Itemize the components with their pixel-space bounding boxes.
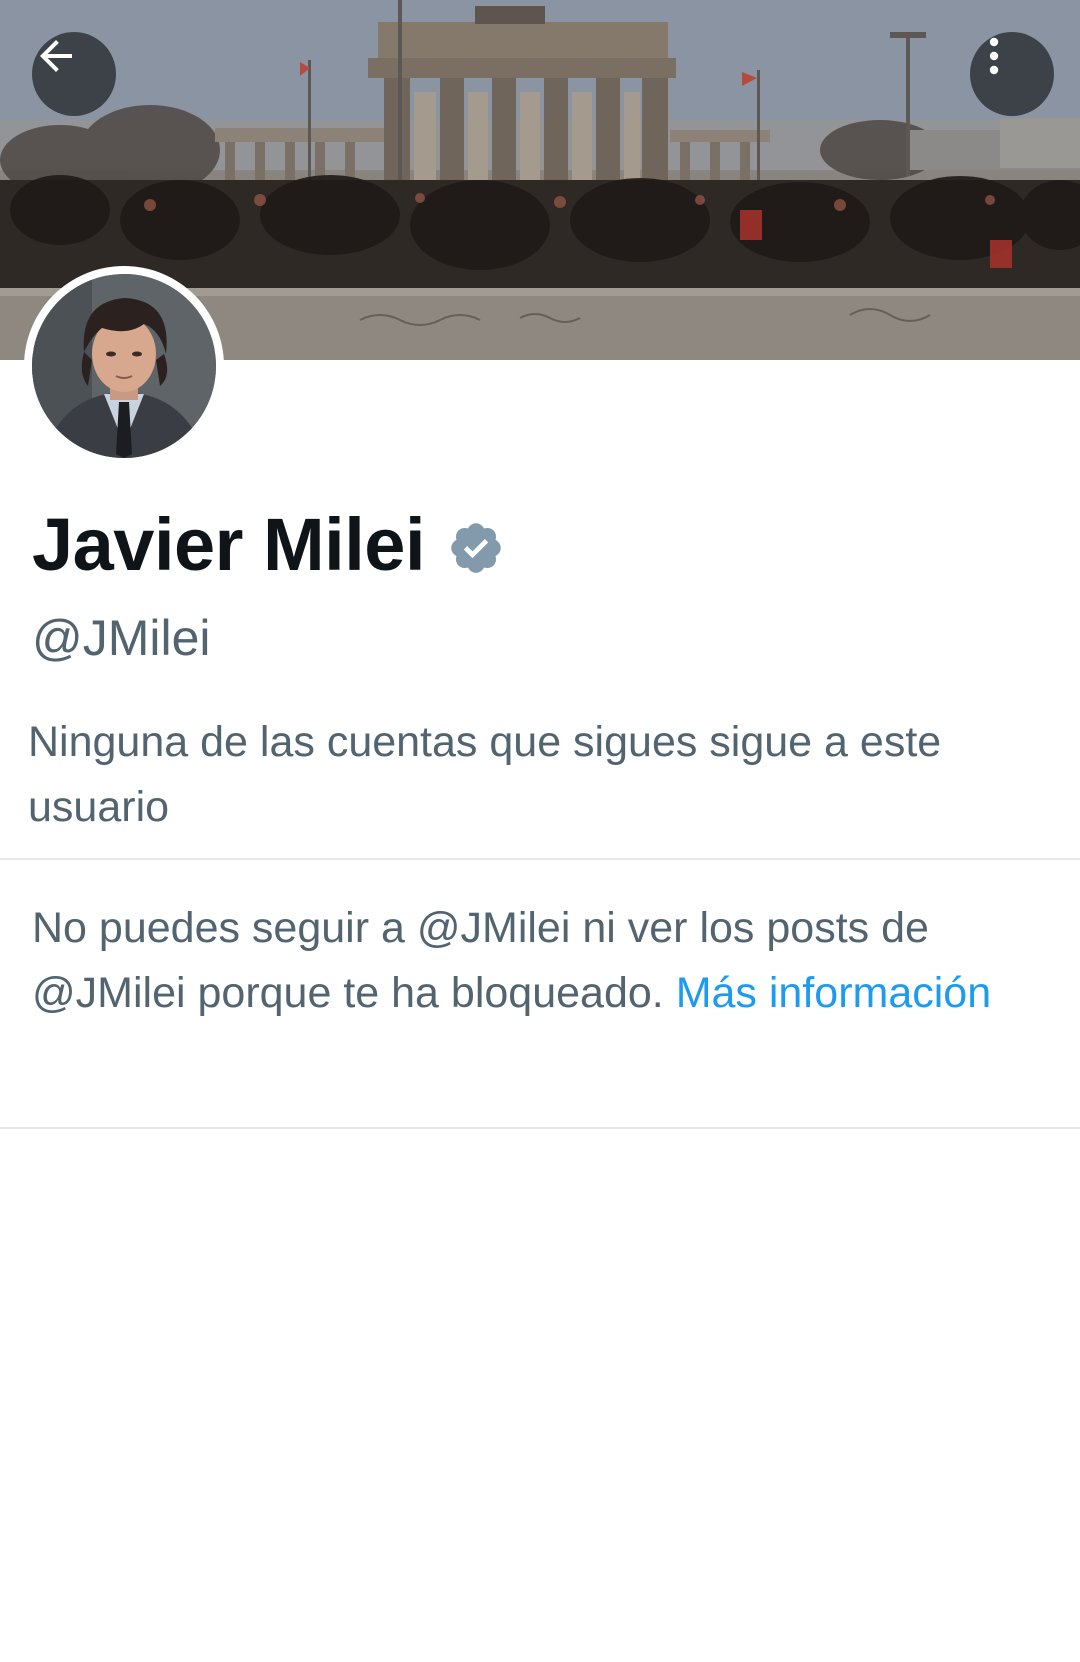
avatar-image bbox=[32, 274, 216, 458]
verified-badge-icon[interactable] bbox=[447, 519, 505, 577]
more-vertical-icon bbox=[989, 37, 999, 75]
blocked-message: No puedes seguir a @JMilei ni ver los po… bbox=[32, 896, 1032, 1026]
avatar-photo bbox=[32, 274, 216, 458]
profile-handle: @JMilei bbox=[32, 610, 211, 666]
more-options-button[interactable] bbox=[970, 32, 1054, 116]
followers-you-know-note: Ninguna de las cuentas que sigues sigue … bbox=[28, 718, 942, 831]
more-info-link[interactable]: Más información bbox=[676, 969, 991, 1017]
divider bbox=[0, 1127, 1080, 1129]
profile-name-row: Javier Milei bbox=[32, 500, 505, 590]
avatar[interactable] bbox=[24, 266, 224, 466]
divider bbox=[0, 858, 1080, 860]
back-button[interactable] bbox=[32, 32, 116, 116]
profile-name: Javier Milei bbox=[32, 503, 426, 586]
arrow-left-icon bbox=[40, 40, 72, 72]
